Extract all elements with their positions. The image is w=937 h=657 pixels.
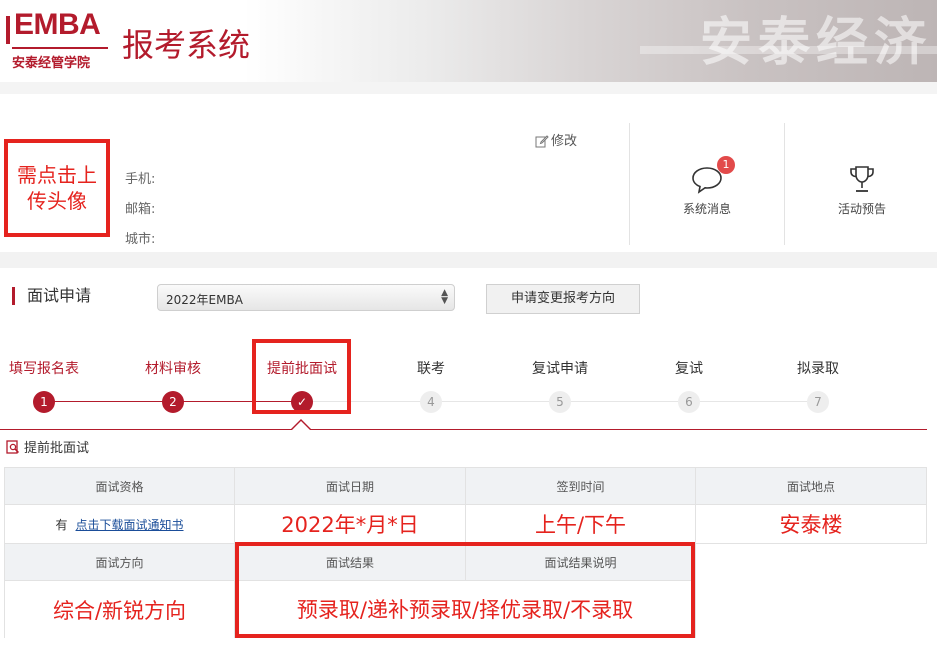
header-location: 面试地点 [695,467,927,505]
header-eligibility: 面试资格 [4,467,235,505]
step-marker-1[interactable]: 1 [33,391,55,413]
interview-subtitle-text: 提前批面试 [24,441,90,456]
eligibility-cell: 有 点击下载面试通知书 [4,504,235,544]
interview-subtitle: 提前批面试 [6,437,89,456]
search-document-icon [6,440,20,454]
interview-direction: 综合/新锐方向 [4,580,235,638]
header-date: 面试日期 [234,467,466,505]
system-messages-label: 系统消息 [682,202,731,216]
step-label-1[interactable]: 填写报名表 [9,358,79,378]
banner-decoration [640,46,937,54]
eligibility-value: 有 [55,517,68,532]
avatar-upload-hint: 需点击上传头像 [17,163,97,213]
page: 安泰经济 EMBA 安泰经管学院 报考系统 需点击上传头像 手机: 邮箱: 城市… [0,0,937,657]
current-step-pointer-inner [291,421,311,431]
edit-profile-button[interactable]: 修改 [535,130,577,149]
step-label-2[interactable]: 材料审核 [145,358,201,378]
change-direction-button[interactable]: 申请变更报考方向 [486,284,640,314]
step-marker-7[interactable]: 7 [807,391,829,413]
phone-label: 手机: [125,172,156,187]
logo-school-name: 安泰经管学院 [12,56,91,71]
divider [784,123,785,245]
program-year-select[interactable]: 2022年EMBA ▲ ▼ [157,284,455,311]
trophy-icon [850,166,874,192]
header-divider-band [0,82,937,94]
logo-divider [12,47,108,49]
step-marker-5[interactable]: 5 [549,391,571,413]
step-label-6[interactable]: 复试 [675,358,703,378]
unread-badge: 1 [717,156,735,174]
step-panel-rule [0,429,927,430]
interview-date: 2022年*月*日 [234,504,466,544]
event-preview-label: 活动预告 [837,202,886,216]
divider [629,123,630,245]
header-checkin: 签到时间 [465,467,696,505]
event-preview-link[interactable]: 活动预告 [802,160,922,217]
download-notice-link[interactable]: 点击下载面试通知书 [76,516,184,533]
interview-location: 安泰楼 [695,504,927,544]
avatar-upload[interactable]: 需点击上传头像 [4,139,110,237]
step-connector [44,401,173,402]
edit-profile-label: 修改 [551,134,578,149]
result-annotation [235,542,695,638]
section-title: 面试申请 [12,287,91,305]
email-label: 邮箱: [125,202,156,217]
header-banner: 安泰经济 EMBA 安泰经管学院 报考系统 [0,0,937,82]
section-divider-band [0,252,937,268]
step-label-7[interactable]: 拟录取 [797,358,839,378]
edit-icon [535,135,549,148]
current-step-annotation [252,339,351,414]
logo-main-text: EMBA [14,8,101,41]
step-marker-2[interactable]: 2 [162,391,184,413]
step-label-5[interactable]: 复试申请 [532,358,588,378]
system-title: 报考系统 [122,26,251,64]
system-messages-link[interactable]: 1 系统消息 [647,156,767,217]
step-marker-6[interactable]: 6 [678,391,700,413]
logo-bar [6,16,10,44]
city-label: 城市: [125,232,156,247]
program-year-value: 2022年EMBA [166,293,243,307]
checkin-time: 上午/下午 [465,504,696,544]
emba-logo[interactable]: EMBA 安泰经管学院 [6,8,110,71]
step-marker-4[interactable]: 4 [420,391,442,413]
header-direction: 面试方向 [4,543,235,581]
banner-background-text: 安泰经济 [700,12,933,73]
step-label-4[interactable]: 联考 [417,358,445,378]
select-arrows-icon: ▲ ▼ [441,288,448,306]
